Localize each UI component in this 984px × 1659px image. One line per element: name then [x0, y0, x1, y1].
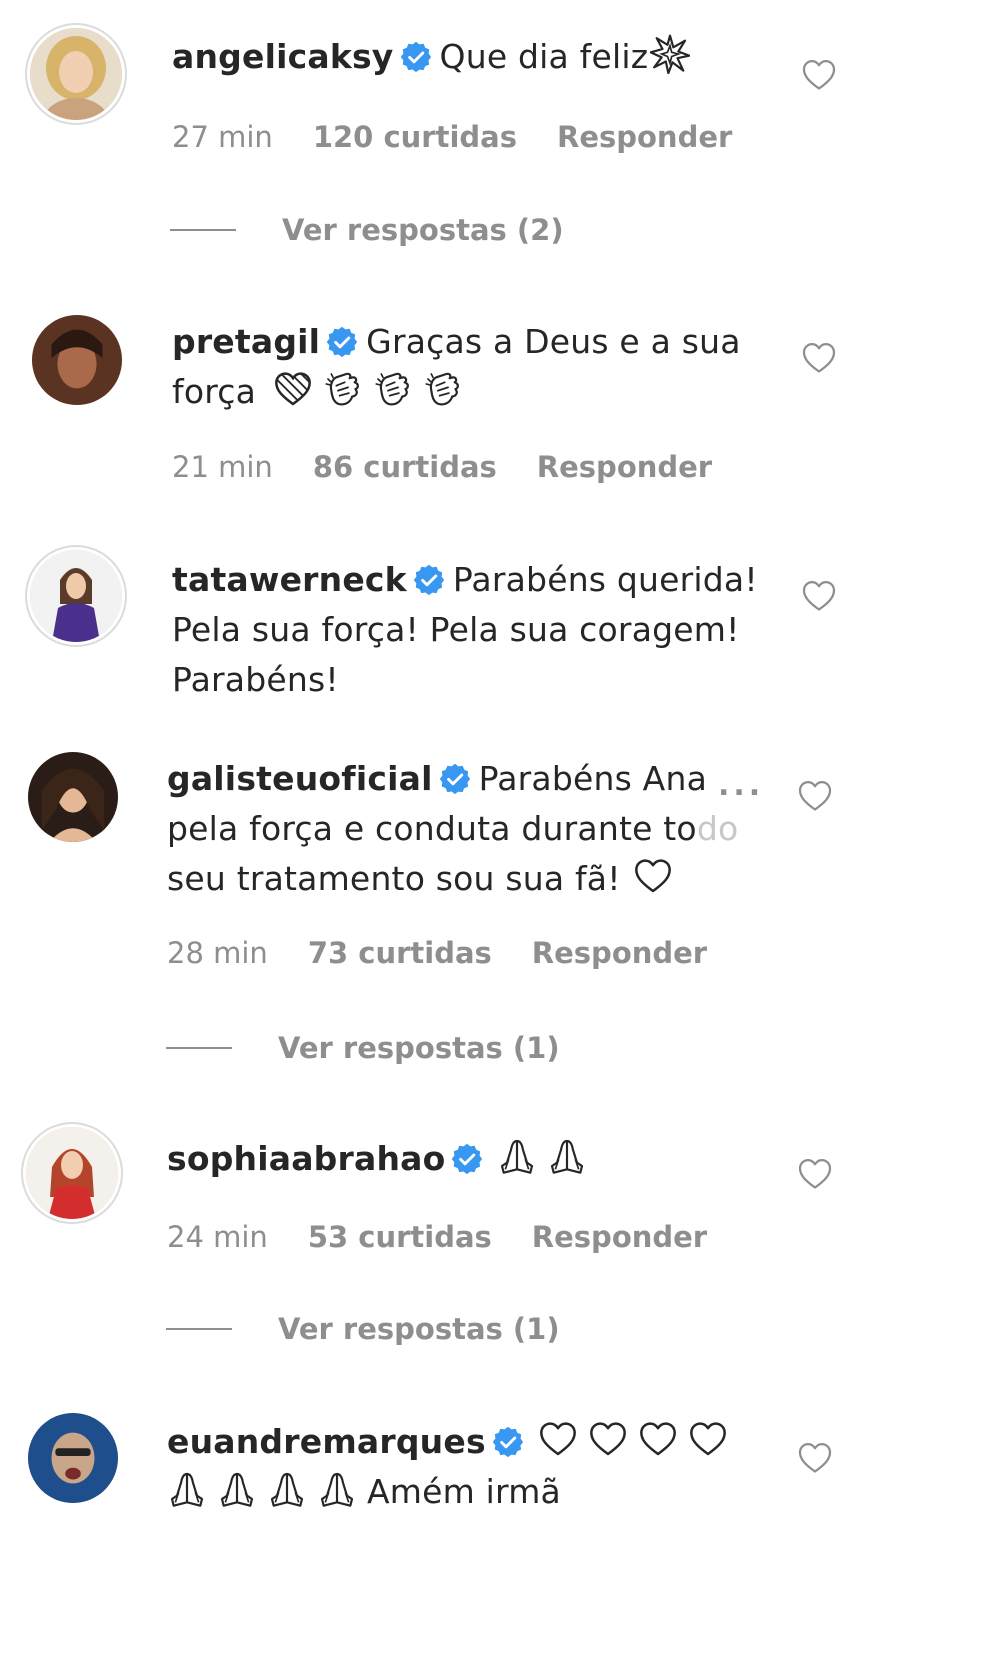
like-count[interactable]: 120 curtidas: [313, 120, 517, 154]
comment-meta: 21 min 86 curtidas Responder: [172, 450, 752, 484]
avatar[interactable]: [28, 752, 118, 842]
like-heart-icon[interactable]: [801, 578, 837, 614]
replies-divider: [166, 1328, 232, 1330]
comment-body: angelicaksy Que dia feliz: [172, 32, 700, 82]
comment-time[interactable]: 24 min: [167, 1220, 268, 1254]
verified-badge-icon: [326, 326, 358, 358]
comment-body: galisteuoficial Parabéns Ana pela força e…: [167, 754, 738, 904]
heart-outline-icon: [588, 1419, 628, 1459]
comment-meta: 28 min 73 curtidas Responder: [167, 936, 747, 970]
reply-button[interactable]: Responder: [537, 450, 712, 484]
comment-body: pretagil Graças a Deus e a sua força: [172, 317, 741, 417]
username[interactable]: euandremarques: [167, 1422, 486, 1461]
heart-outline-icon: [273, 369, 313, 409]
avatar[interactable]: [32, 315, 122, 405]
verified-badge-icon: [451, 1143, 483, 1175]
avatar[interactable]: [26, 1127, 118, 1219]
comment-text-faded: do: [696, 809, 739, 848]
reply-button[interactable]: Responder: [532, 1220, 707, 1254]
clapping-hands-icon: [323, 369, 363, 409]
username[interactable]: angelicaksy: [172, 37, 394, 76]
replies-divider: [166, 1047, 232, 1049]
like-heart-icon[interactable]: [801, 340, 837, 376]
like-heart-icon[interactable]: [797, 1156, 833, 1192]
comment-body: tatawerneck Parabéns querida! Pela sua fo…: [172, 555, 758, 705]
comment-meta: 27 min 120 curtidas Responder: [172, 120, 772, 154]
praying-hands-icon: [267, 1469, 307, 1509]
like-heart-icon[interactable]: [797, 778, 833, 814]
comment-text: seu tratamento sou sua fã!: [167, 859, 621, 898]
like-heart-icon[interactable]: [801, 57, 837, 93]
reply-button[interactable]: Responder: [532, 936, 707, 970]
praying-hands-icon: [547, 1136, 587, 1176]
comment-text: Parabéns querida!: [452, 560, 758, 599]
view-replies-label: Ver respostas (1): [278, 1312, 560, 1346]
avatar[interactable]: [30, 550, 122, 642]
comment-text: Amém irmã: [367, 1472, 561, 1511]
like-heart-icon[interactable]: [797, 1440, 833, 1476]
avatar[interactable]: [30, 28, 122, 120]
comment-text: Parabéns Ana: [478, 759, 707, 798]
verified-badge-icon: [413, 564, 445, 596]
verified-badge-icon: [492, 1426, 524, 1458]
comment-text: força: [172, 372, 257, 411]
praying-hands-icon: [317, 1469, 357, 1509]
more-options-button[interactable]: ...: [718, 768, 764, 803]
clapping-hands-icon: [373, 369, 413, 409]
verified-badge-icon: [439, 763, 471, 795]
comment-body: sophiaabrahao: [167, 1134, 597, 1184]
comment-time[interactable]: 27 min: [172, 120, 273, 154]
like-count[interactable]: 86 curtidas: [313, 450, 497, 484]
reply-button[interactable]: Responder: [557, 120, 732, 154]
view-replies-button[interactable]: Ver respostas (1): [166, 1031, 560, 1065]
like-count[interactable]: 73 curtidas: [308, 936, 492, 970]
avatar[interactable]: [28, 1413, 118, 1503]
replies-divider: [170, 229, 236, 231]
heart-outline-icon: [638, 1419, 678, 1459]
comment-time[interactable]: 28 min: [167, 936, 268, 970]
comment-text: pela força e conduta durante to: [167, 809, 697, 848]
clapping-hands-icon: [423, 369, 463, 409]
praying-hands-icon: [167, 1469, 207, 1509]
comment-text: Pela sua força! Pela sua coragem!: [172, 610, 740, 649]
verified-badge-icon: [400, 41, 432, 73]
comment-meta: 24 min 53 curtidas Responder: [167, 1220, 747, 1254]
username[interactable]: pretagil: [172, 322, 320, 361]
praying-hands-icon: [217, 1469, 257, 1509]
comment-time[interactable]: 21 min: [172, 450, 273, 484]
like-count[interactable]: 53 curtidas: [308, 1220, 492, 1254]
view-replies-label: Ver respostas (2): [282, 213, 564, 247]
heart-outline-icon: [688, 1419, 728, 1459]
username[interactable]: sophiaabrahao: [167, 1139, 445, 1178]
comment-text: Graças a Deus e a sua: [366, 322, 741, 361]
comment-body: euandremarques Amém irmã: [167, 1417, 738, 1517]
comment-text: Parabéns!: [172, 660, 339, 699]
username[interactable]: galisteuoficial: [167, 759, 433, 798]
view-replies-button[interactable]: Ver respostas (2): [170, 213, 564, 247]
heart-outline-icon: [633, 856, 673, 896]
comment-text: Que dia feliz: [439, 37, 649, 76]
view-replies-label: Ver respostas (1): [278, 1031, 560, 1065]
username[interactable]: tatawerneck: [172, 560, 407, 599]
praying-hands-icon: [497, 1136, 537, 1176]
view-replies-button[interactable]: Ver respostas (1): [166, 1312, 560, 1346]
heart-outline-icon: [538, 1419, 578, 1459]
sparkle-burst-icon: [650, 34, 690, 74]
